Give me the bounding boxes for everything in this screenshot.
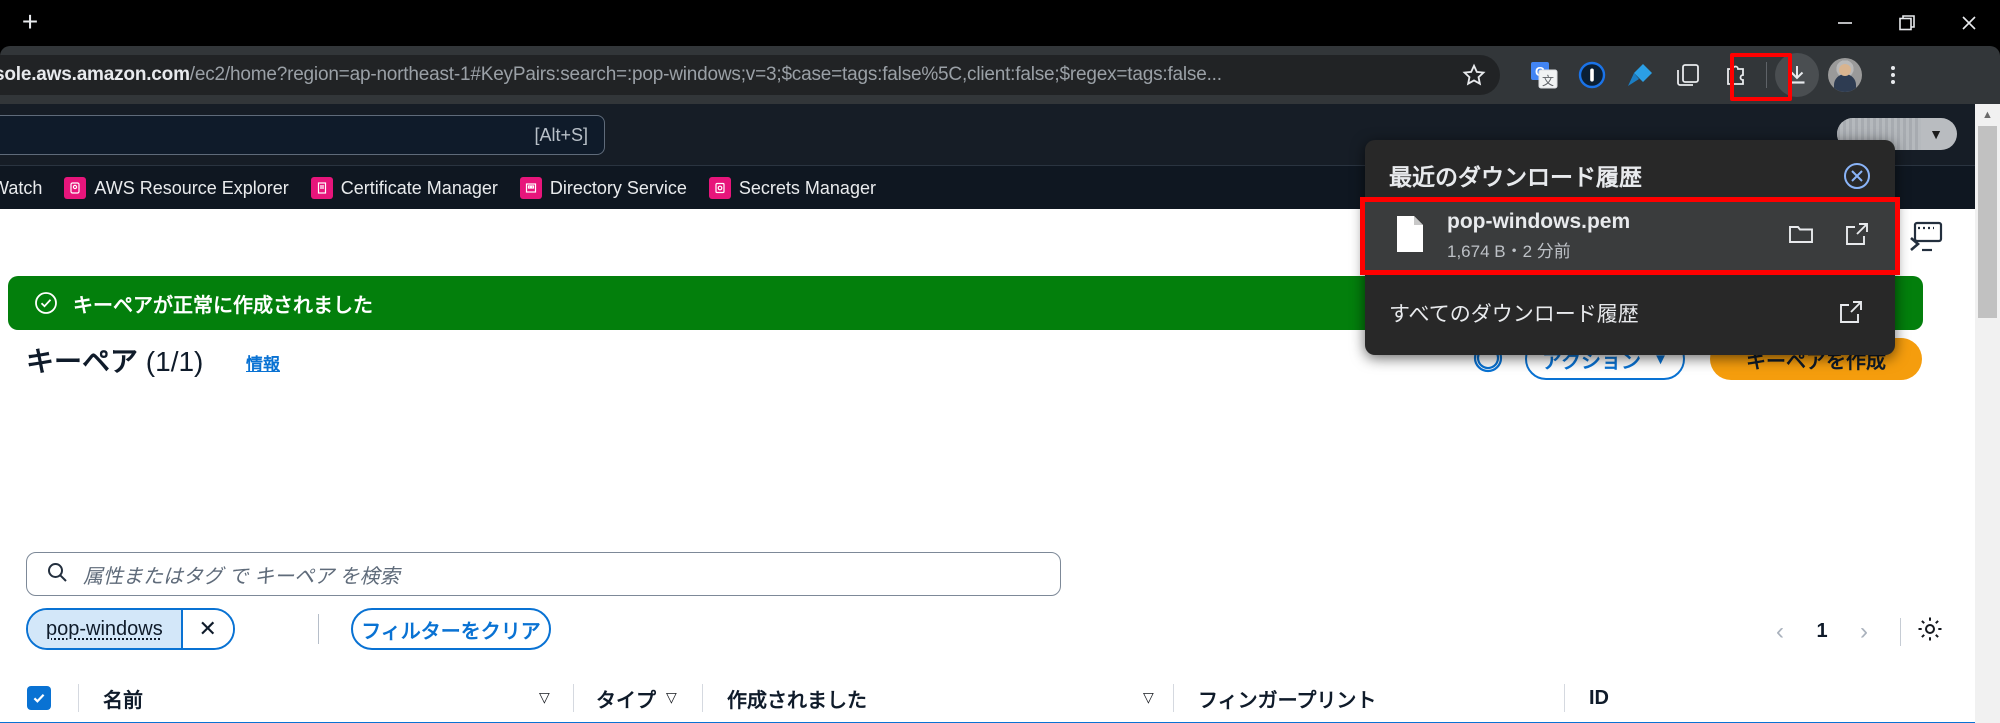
extensions-puzzle-icon[interactable] xyxy=(1712,55,1760,95)
sort-icon-type[interactable]: ▽ xyxy=(666,689,677,705)
kite-extension-icon[interactable] xyxy=(1616,55,1664,95)
directory-service-icon xyxy=(519,177,542,199)
profile-avatar[interactable] xyxy=(1821,55,1869,95)
certificate-manager-icon xyxy=(310,177,333,199)
browser-toolbar: sole.aws.amazon.com/ec2/home?region=ap-n… xyxy=(0,46,2000,104)
page-title-count: (1/1) xyxy=(145,346,204,377)
onepassword-icon[interactable] xyxy=(1568,55,1616,95)
favorite-secrets-manager[interactable]: Secrets Manager xyxy=(708,177,876,199)
maximize-button[interactable] xyxy=(1876,0,1938,46)
favorite-directory-service[interactable]: Directory Service xyxy=(519,177,687,199)
toolbar-extension-icons: G 文 xyxy=(1520,53,1917,97)
aws-search-shortcut: [Alt+S] xyxy=(534,124,588,145)
search-icon xyxy=(45,560,69,589)
column-header-type[interactable]: タイプ xyxy=(596,690,656,712)
pagination-prev[interactable]: ‹ xyxy=(1758,616,1802,648)
filter-chip-label: pop-windows xyxy=(28,610,181,648)
download-item-actions xyxy=(1787,220,1871,253)
keypair-search-placeholder: 属性またはタグ で キーペア を検索 xyxy=(83,565,400,588)
downloads-button[interactable] xyxy=(1775,53,1819,97)
chevron-down-icon: ▼ xyxy=(1929,126,1943,142)
cloudshell-icon[interactable] xyxy=(1907,219,1947,255)
url-host: sole.aws.amazon.com xyxy=(0,64,190,85)
vscroll-up-arrow[interactable]: ▲ xyxy=(1975,104,2000,126)
toolbar-divider xyxy=(1766,62,1767,88)
info-link[interactable]: 情報 xyxy=(246,350,280,375)
table-header-row: 名前 ▽ タイプ ▽ 作成されました ▽ フィンガープリント ID xyxy=(0,674,1975,722)
downloads-icon[interactable] xyxy=(1773,53,1821,97)
favorite-cloudwatch-label[interactable]: loudWatch xyxy=(0,178,42,199)
google-translate-icon[interactable]: G 文 xyxy=(1520,55,1568,95)
clear-filters-button[interactable]: フィルターをクリア xyxy=(351,608,551,650)
favorite-label: AWS Resource Explorer xyxy=(94,177,289,198)
favorite-label: Directory Service xyxy=(549,177,687,198)
url-text: sole.aws.amazon.com/ec2/home?region=ap-n… xyxy=(0,64,1448,86)
downloads-panel: 最近のダウンロード履歴 pop-windows.pem 1,674 B・2 分前 xyxy=(1360,140,1900,355)
pagination: ‹ 1 › xyxy=(1758,614,1945,649)
close-button[interactable] xyxy=(1938,0,2000,46)
sort-icon-created[interactable]: ▽ xyxy=(1143,689,1154,705)
minimize-button[interactable] xyxy=(1814,0,1876,46)
downloads-panel-title: 最近のダウンロード履歴 xyxy=(1389,164,1642,190)
filter-divider xyxy=(318,614,319,644)
favorite-certificate-manager[interactable]: Certificate Manager xyxy=(310,177,498,199)
success-banner-text: キーペアが正常に作成されました xyxy=(73,294,373,317)
favorite-label: Certificate Manager xyxy=(340,177,498,198)
browser-window: + sole.aws.amazon.com/ec2/home?region=ap… xyxy=(0,0,2000,723)
download-size-time: 1,674 B・2 分前 xyxy=(1447,242,1571,261)
window-controls xyxy=(1814,0,2000,46)
select-all-checkbox[interactable] xyxy=(27,686,51,710)
column-header-id[interactable]: ID xyxy=(1589,687,1609,709)
download-filename: pop-windows.pem xyxy=(1447,210,1631,233)
keypair-search-input[interactable]: 属性またはタグ で キーペア を検索 xyxy=(26,552,1061,596)
url-path: /ec2/home?region=ap-northeast-1#KeyPairs… xyxy=(189,64,1222,85)
pagination-next[interactable]: › xyxy=(1842,616,1886,648)
column-header-fingerprint[interactable]: フィンガープリント xyxy=(1198,690,1376,712)
downloads-panel-header: 最近のダウンロード履歴 xyxy=(1365,140,1895,210)
keypairs-table: 名前 ▽ タイプ ▽ 作成されました ▽ フィンガープリント ID xyxy=(0,674,1975,723)
bookmark-star-icon[interactable] xyxy=(1448,55,1500,95)
page-vertical-scrollbar[interactable]: ▲ xyxy=(1975,104,2000,723)
tab-copy-icon[interactable] xyxy=(1664,55,1712,95)
all-downloads-open-in-new-icon[interactable] xyxy=(1837,298,1865,331)
column-header-created[interactable]: 作成されました xyxy=(727,690,867,712)
preferences-gear-icon[interactable] xyxy=(1915,614,1945,649)
new-tab-button[interactable]: + xyxy=(8,6,52,40)
chrome-menu-icon[interactable] xyxy=(1869,55,1917,95)
check-circle-icon xyxy=(33,290,59,316)
download-item-meta: pop-windows.pem 1,674 B・2 分前 xyxy=(1447,210,1630,262)
download-item[interactable]: pop-windows.pem 1,674 B・2 分前 xyxy=(1365,202,1895,270)
filter-row: pop-windows ✕ フィルターをクリア ‹ 1 › xyxy=(0,606,1975,658)
aws-global-search[interactable]: [Alt+S] xyxy=(0,115,605,155)
column-header-name[interactable]: 名前 xyxy=(103,690,143,712)
window-title-bar: + xyxy=(0,0,2000,46)
show-in-folder-icon[interactable] xyxy=(1787,220,1815,253)
resource-explorer-icon xyxy=(64,177,87,199)
address-bar[interactable]: sole.aws.amazon.com/ec2/home?region=ap-n… xyxy=(0,55,1500,95)
vscroll-thumb[interactable] xyxy=(1978,126,1997,318)
all-downloads-row[interactable]: すべてのダウンロード履歴 xyxy=(1365,282,1895,344)
favorite-resource-explorer[interactable]: AWS Resource Explorer xyxy=(64,177,289,199)
page-title-text: キーペア xyxy=(26,346,139,377)
filter-chip[interactable]: pop-windows ✕ xyxy=(26,608,235,650)
downloads-panel-close-icon[interactable] xyxy=(1841,160,1873,192)
all-downloads-label: すべてのダウンロード履歴 xyxy=(1389,303,1639,326)
open-in-new-icon[interactable] xyxy=(1843,220,1871,253)
pagination-page-1[interactable]: 1 xyxy=(1802,620,1842,643)
svg-text:文: 文 xyxy=(1542,73,1554,88)
filter-chip-remove-icon[interactable]: ✕ xyxy=(180,610,233,648)
pagination-divider xyxy=(1900,617,1901,646)
page-title: キーペア (1/1) xyxy=(26,340,203,380)
file-icon xyxy=(1393,214,1427,259)
secrets-manager-icon xyxy=(708,177,731,199)
sort-icon-name[interactable]: ▽ xyxy=(539,689,550,705)
favorite-label: Secrets Manager xyxy=(738,177,876,198)
